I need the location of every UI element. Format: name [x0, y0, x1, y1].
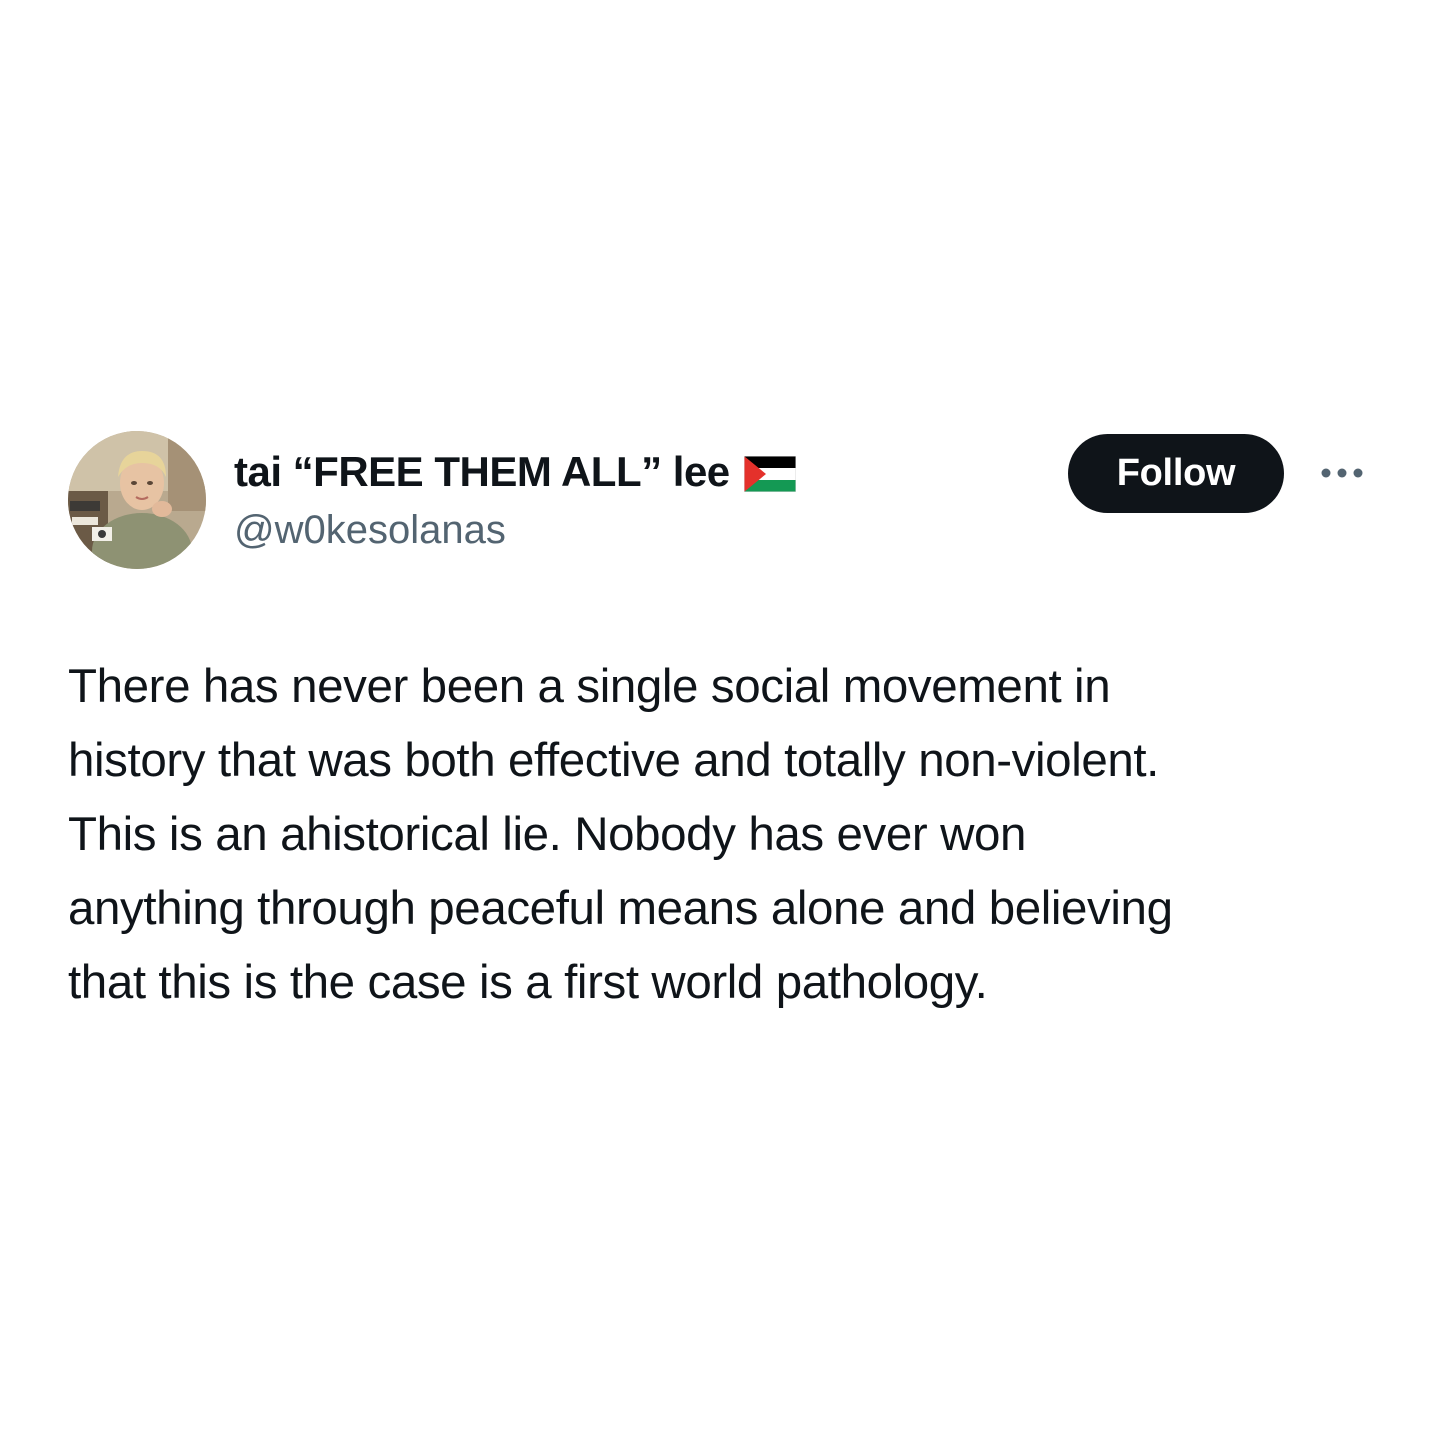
author-avatar[interactable] [68, 431, 206, 569]
display-name-text: tai “FREE THEM ALL” lee [234, 448, 730, 495]
palestine-flag-icon [743, 456, 796, 492]
author-display-name[interactable]: tai “FREE THEM ALL” lee [234, 446, 796, 498]
more-options-icon[interactable] [1316, 458, 1368, 488]
tweet-text-line: There has never been a single social mov… [68, 660, 1111, 713]
tweet-card: tai “FREE THEM ALL” lee @w0kesolanas Fol… [0, 0, 1440, 1439]
tweet-text-line: that this is the case is a first world p… [68, 956, 988, 1009]
profile-photo-icon [68, 431, 206, 569]
tweet-text-line: anything through peaceful means alone an… [68, 882, 1173, 935]
follow-button[interactable]: Follow [1068, 434, 1284, 513]
author-handle[interactable]: @w0kesolanas [234, 505, 506, 555]
tweet-text-line: This is an ahistorical lie. Nobody has e… [68, 808, 1027, 861]
tweet-text-line: history that was both effective and tota… [68, 734, 1159, 787]
tweet-body-text: There has never been a single social mov… [68, 650, 1388, 1020]
